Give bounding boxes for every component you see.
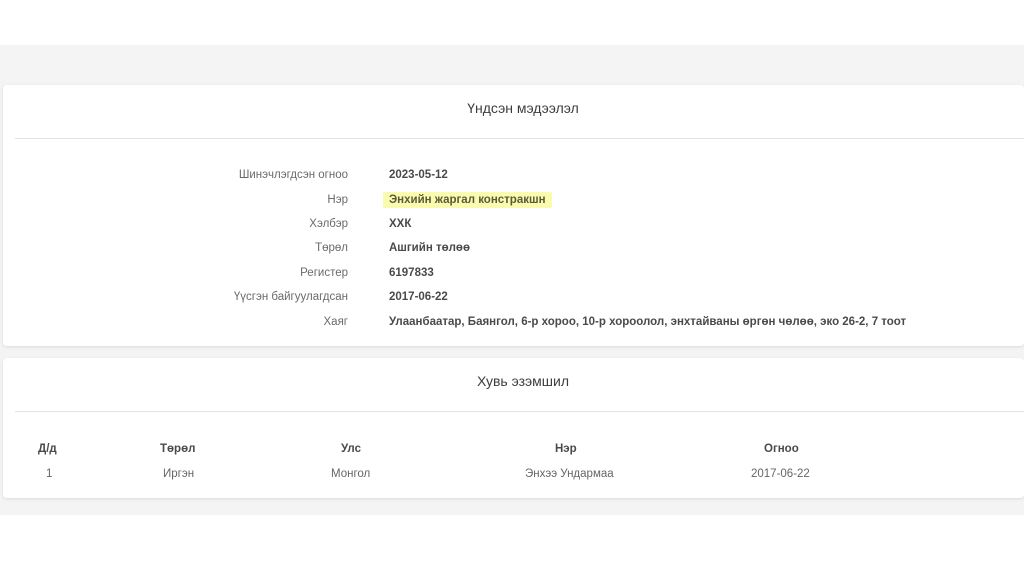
basic-info-title: Үндсэн мэдээлэл (467, 100, 579, 116)
ownership-card: Хувь эзэмшил Д/д Төрөл Улс Нэр Огноо 1 И… (3, 358, 1024, 498)
info-label: Нэр (327, 194, 348, 206)
table-cell-country: Монгол (331, 468, 371, 480)
info-label: Шинэчлэгдсэн огноо (238, 169, 348, 181)
table-cell-date: 2017-06-22 (751, 468, 810, 480)
basic-info-card: Үндсэн мэдээлэл Шинэчлэгдсэн огноо 2023-… (3, 85, 1024, 346)
table-cell-name: Энхээ Ундармаа (525, 468, 614, 480)
info-value: 6197833 (389, 267, 434, 279)
info-row-register: Регистер 6197833 (3, 263, 1024, 283)
table-header-name: Нэр (555, 443, 577, 455)
info-label: Регистер (300, 267, 348, 279)
info-value: Улаанбаатар, Баянгол, 6-р хороо, 10-р хо… (389, 316, 907, 328)
table-header-type: Төрөл (160, 443, 196, 455)
basic-info-divider (15, 138, 1024, 139)
table-cell-index: 1 (46, 468, 53, 480)
info-value: Ашгийн төлөө (389, 242, 470, 254)
highlighted-company-name: Энхийн жаргал констракшн (383, 192, 552, 208)
table-header-date: Огноо (764, 443, 799, 455)
info-label: Үүсгэн байгуулагдсан (233, 291, 348, 303)
info-value: ХХК (389, 218, 412, 230)
ownership-title: Хувь эзэмшил (476, 373, 570, 389)
table-cell-type: Иргэн (163, 468, 195, 480)
table-header-country: Улс (341, 443, 361, 455)
info-label: Хэлбэр (309, 218, 348, 230)
info-value-wrapper: Энхийн жаргал констракшн (383, 190, 552, 210)
info-label: Төрөл (315, 242, 348, 254)
info-row-established: Үүсгэн байгуулагдсан 2017-06-22 (3, 287, 1024, 307)
info-row-address: Хаяг Улаанбаатар, Баянгол, 6-р хороо, 10… (3, 312, 1024, 332)
info-value: 2023-05-12 (389, 169, 448, 181)
info-row-updated: Шинэчлэгдсэн огноо 2023-05-12 (3, 165, 1024, 185)
info-row-name: Нэр Энхийн жаргал констракшн (3, 190, 1024, 210)
info-row-form: Хэлбэр ХХК (3, 214, 1024, 234)
info-label: Хаяг (323, 316, 349, 328)
info-row-type: Төрөл Ашгийн төлөө (3, 238, 1024, 258)
info-value: 2017-06-22 (389, 291, 448, 303)
ownership-divider (15, 411, 1024, 412)
table-header-index: Д/д (38, 443, 57, 455)
